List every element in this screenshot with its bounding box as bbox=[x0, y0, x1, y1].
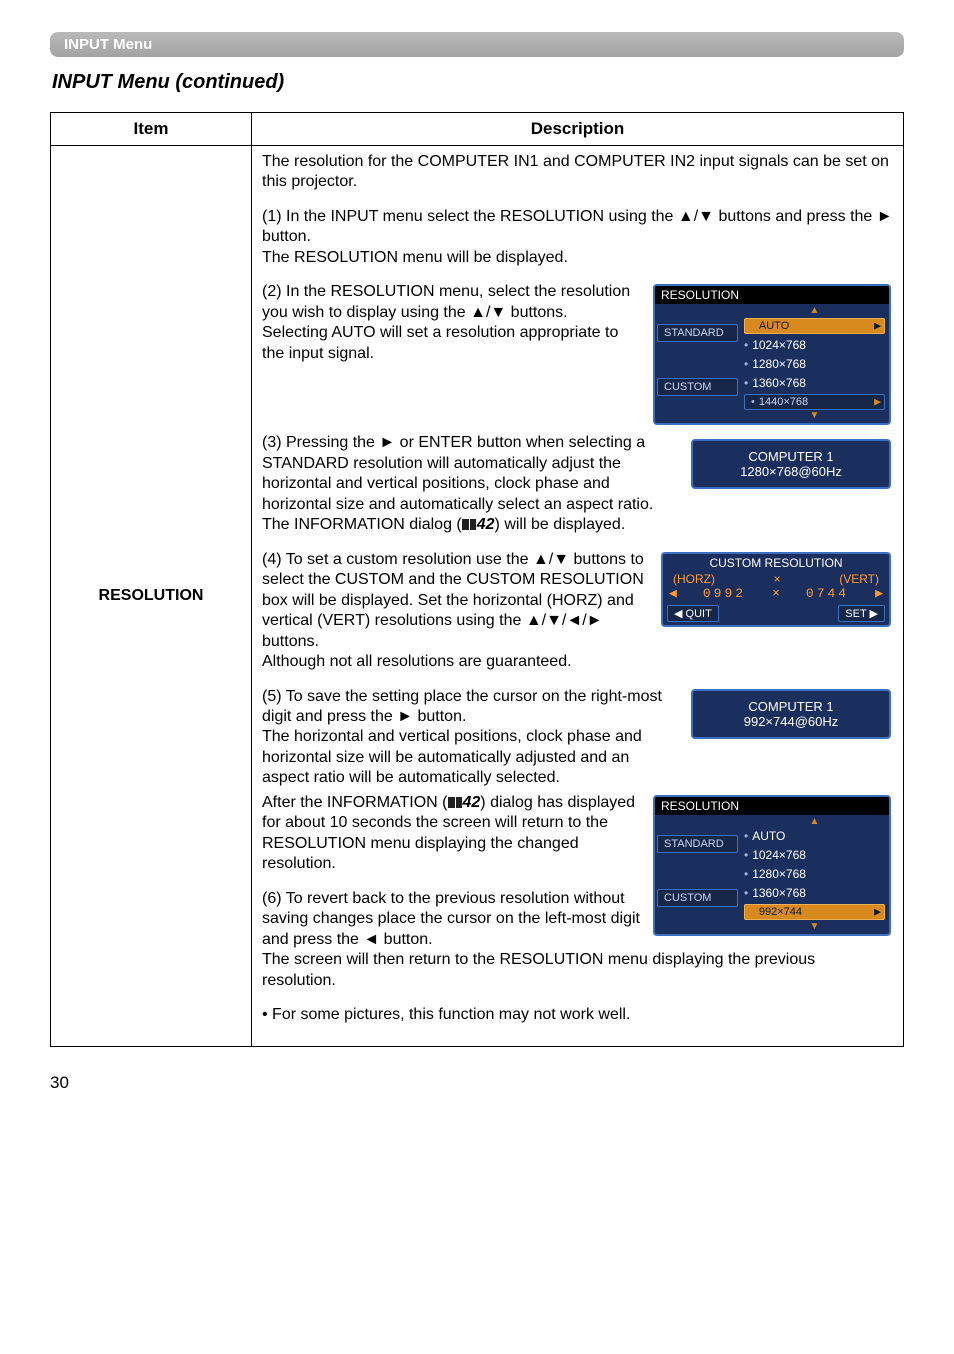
desc-step3a: (3) Pressing the ► or ENTER button when … bbox=[262, 434, 653, 512]
page-number: 30 bbox=[50, 1073, 904, 1093]
osd-x: × bbox=[772, 586, 780, 601]
book-icon bbox=[462, 519, 476, 530]
osd-custom-label: CUSTOM bbox=[657, 378, 738, 396]
osd-opt-1024: 1024×768 bbox=[744, 848, 806, 862]
osd-custom-title: CUSTOM RESOLUTION bbox=[663, 554, 889, 572]
osd-resolution-menu-2: RESOLUTION STANDARD CUSTOM ▲ AUTO bbox=[653, 795, 891, 936]
desc-step5a: (5) To save the setting place the cursor… bbox=[262, 688, 662, 725]
desc-step2a: (2) In the RESOLUTION menu, select the r… bbox=[262, 283, 630, 320]
osd-custom-resolution: CUSTOM RESOLUTION (HORZ) × (VERT) ◀ 0992… bbox=[661, 552, 891, 627]
desc-step3b-prefix: The INFORMATION dialog ( bbox=[262, 516, 462, 533]
osd-standard-label: STANDARD bbox=[657, 324, 738, 342]
desc-step3b-ref: 42 bbox=[477, 515, 495, 535]
down-arrow-icon: ▼ bbox=[740, 922, 889, 932]
desc-note: • For some pictures, this function may n… bbox=[262, 1005, 893, 1025]
osd-auto-selected: AUTO ▶ bbox=[744, 318, 885, 334]
osd-resolution-menu-1: RESOLUTION STANDARD CUSTOM ▲ bbox=[653, 284, 891, 425]
desc-step4a: (4) To set a custom resolution use the ▲… bbox=[262, 551, 644, 650]
osd-info2-line2: 992×744@60Hz bbox=[699, 714, 883, 729]
osd-opt-992-selected: 992×744 ▶ bbox=[744, 904, 885, 920]
osd-horz-value: 0992 bbox=[703, 586, 746, 601]
desc-step1a: (1) In the INPUT menu select the RESOLUT… bbox=[262, 208, 893, 245]
desc-step5b: The horizontal and vertical positions, c… bbox=[262, 728, 642, 786]
chevron-right-icon: ▶ bbox=[874, 320, 881, 331]
osd-opt-1024: 1024×768 bbox=[744, 338, 806, 352]
chevron-right-icon: ▶ bbox=[874, 396, 881, 407]
col-header-description: Description bbox=[252, 113, 904, 146]
section-tab: INPUT Menu bbox=[50, 32, 904, 57]
col-header-item: Item bbox=[51, 113, 252, 146]
desc-step2b: Selecting AUTO will set a resolution app… bbox=[262, 324, 618, 361]
osd-vert-label: (VERT) bbox=[839, 572, 879, 586]
osd-title: RESOLUTION bbox=[655, 286, 889, 304]
desc-step6b: The screen will then return to the RESOL… bbox=[262, 951, 815, 988]
desc-step5c-prefix: After the INFORMATION ( bbox=[262, 794, 448, 811]
osd-opt-1440: 1440×768 ▶ bbox=[744, 394, 885, 410]
desc-step3b-suffix: ) will be displayed. bbox=[495, 516, 626, 533]
up-arrow-icon: ▲ bbox=[740, 306, 889, 316]
osd-info1-line1: COMPUTER 1 bbox=[699, 449, 883, 464]
desc-step5c-ref: 42 bbox=[463, 793, 481, 813]
osd-title: RESOLUTION bbox=[655, 797, 889, 815]
osd-info1-line2: 1280×768@60Hz bbox=[699, 464, 883, 479]
osd-set-button: SET ▶ bbox=[838, 605, 885, 622]
chevron-right-icon: ▶ bbox=[875, 586, 883, 601]
desc-step1b: The RESOLUTION menu will be displayed. bbox=[262, 249, 568, 266]
chevron-left-icon: ◀ bbox=[669, 586, 677, 601]
down-arrow-icon: ▼ bbox=[740, 411, 889, 421]
resolution-table: Item Description RESOLUTION The resoluti… bbox=[50, 112, 904, 1047]
osd-opt-1360: 1360×768 bbox=[744, 376, 806, 390]
osd-standard-label: STANDARD bbox=[657, 835, 738, 853]
osd-info-dialog-2: COMPUTER 1 992×744@60Hz bbox=[691, 689, 891, 739]
osd-opt-auto: AUTO bbox=[744, 829, 785, 843]
desc-step4b: Although not all resolutions are guarant… bbox=[262, 653, 572, 670]
osd-opt-1280: 1280×768 bbox=[744, 357, 806, 371]
chevron-right-icon: ▶ bbox=[874, 907, 881, 918]
desc-intro: The resolution for the COMPUTER IN1 and … bbox=[262, 152, 893, 193]
osd-quit-button: ◀ QUIT bbox=[667, 605, 719, 622]
osd-info-dialog-1: COMPUTER 1 1280×768@60Hz bbox=[691, 439, 891, 489]
item-cell-resolution: RESOLUTION bbox=[51, 146, 252, 1047]
osd-custom-label: CUSTOM bbox=[657, 889, 738, 907]
up-arrow-icon: ▲ bbox=[740, 817, 889, 827]
desc-step6a: (6) To revert back to the previous resol… bbox=[262, 890, 640, 948]
osd-opt-1360: 1360×768 bbox=[744, 886, 806, 900]
osd-horz-label: (HORZ) bbox=[673, 572, 715, 586]
book-icon bbox=[448, 797, 462, 808]
osd-opt-1280: 1280×768 bbox=[744, 867, 806, 881]
osd-vert-value: 0744 bbox=[806, 586, 849, 601]
osd-info2-line1: COMPUTER 1 bbox=[699, 699, 883, 714]
osd-x-label: × bbox=[774, 572, 781, 586]
page-title: INPUT Menu (continued) bbox=[52, 71, 902, 94]
